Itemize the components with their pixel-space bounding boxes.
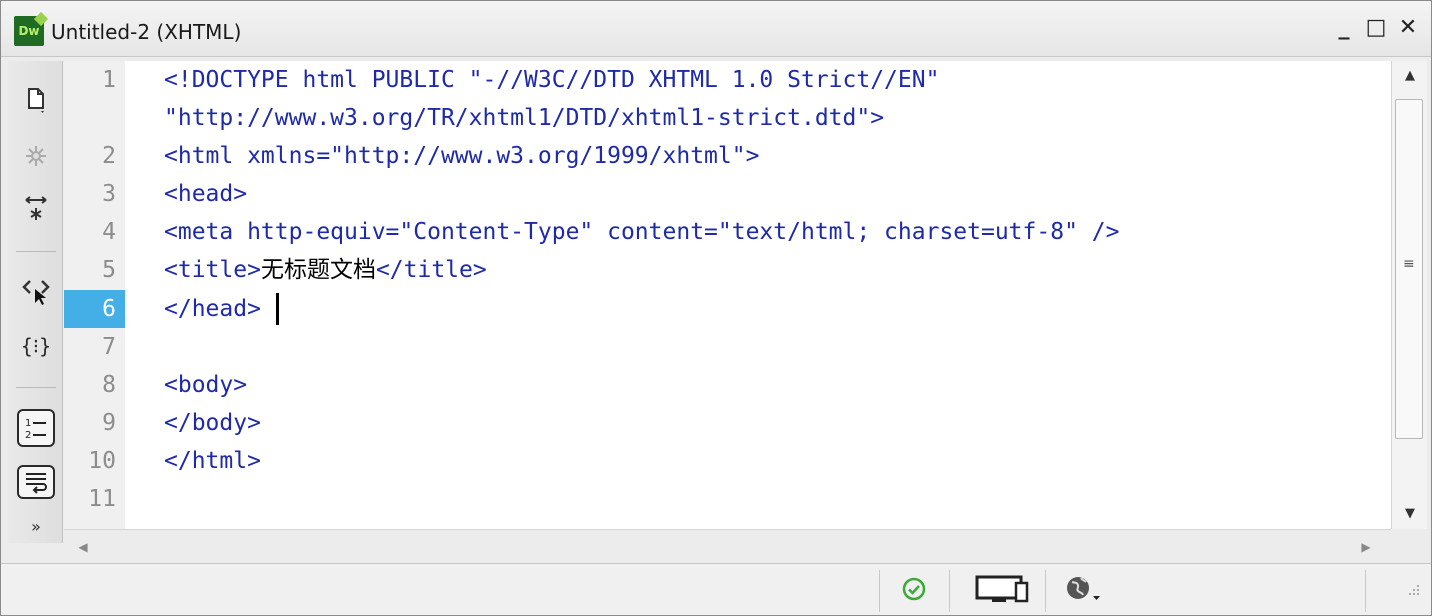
svg-text:1: 1 [25,418,31,429]
scroll-right-icon[interactable]: ▶ [1351,530,1381,564]
code-line[interactable]: "http://www.w3.org/TR/xhtml1/DTD/xhtml1-… [164,99,884,137]
word-wrap-icon[interactable] [16,465,56,499]
globe-icon[interactable] [1061,572,1105,606]
line-number: 8 [102,372,116,398]
close-button[interactable]: ✕ [1397,15,1419,41]
window-title: Untitled-2 (XHTML) [51,20,242,44]
line-number: 11 [88,486,116,512]
code-line-title[interactable]: <title>无标题文档</title> [164,251,487,289]
expand-selection-icon[interactable] [16,191,56,225]
code-line[interactable]: <head> [164,175,247,213]
scroll-left-icon[interactable]: ◀ [68,530,98,564]
editor-window: Dw Untitled-2 (XHTML) _ □ ✕ {⁝} 12 » 1 2… [0,0,1432,616]
scroll-up-icon[interactable]: ▲ [1392,61,1428,91]
line-number-gutter: 1 2 3 4 5 6 7 8 9 10 11 [64,61,125,529]
line-number: 2 [102,143,116,169]
minimize-button[interactable]: _ [1333,15,1355,41]
text-caret [276,293,279,325]
vertical-scrollbar[interactable]: ▲ ≡ ▼ [1391,61,1427,529]
title-text: 无标题文档 [260,257,376,283]
title-close-tag: </title> [375,257,487,283]
line-number: 4 [102,219,116,245]
select-parent-tag-icon[interactable] [16,275,56,309]
line-number: 7 [102,334,116,360]
scroll-down-icon[interactable]: ▼ [1392,499,1428,529]
line-number-active: 6 [64,290,125,328]
dreamweaver-logo-icon: Dw [14,16,44,46]
horizontal-scrollbar[interactable]: ◀ ▶ [64,529,1391,563]
code-line[interactable]: </head> [164,290,261,328]
resize-grip-icon[interactable] [1401,572,1425,606]
balance-braces-icon[interactable]: {⁝} [16,329,56,363]
title-open-tag: <title> [164,257,261,283]
code-line[interactable]: <html xmlns="http://www.w3.org/1999/xhtm… [164,137,759,175]
line-number: 3 [102,181,116,207]
maximize-button[interactable]: □ [1365,15,1387,41]
line-number: 9 [102,410,116,436]
line-number [64,99,125,137]
line-numbers-icon[interactable]: 12 [16,409,56,447]
window-controls: _ □ ✕ [1333,15,1419,41]
code-line[interactable]: <meta http-equiv="Content-Type" content=… [164,213,1119,251]
line-number: 5 [102,257,116,283]
code-line[interactable]: </html> [164,442,261,480]
code-line[interactable]: <body> [164,366,247,404]
coding-toolbar: {⁝} 12 » [8,61,63,543]
status-bar [1,563,1431,615]
vertical-scroll-thumb[interactable]: ≡ [1395,99,1423,439]
more-tools-icon[interactable]: » [16,509,56,543]
desktop-tablet-icon[interactable] [973,572,1031,606]
code-navigator-icon[interactable] [16,139,56,173]
title-bar: Dw Untitled-2 (XHTML) _ □ ✕ [1,1,1431,57]
svg-text:2: 2 [25,430,31,441]
code-line[interactable]: <!DOCTYPE html PUBLIC "-//W3C//DTD XHTML… [164,61,939,99]
code-line[interactable]: </body> [164,404,261,442]
open-documents-icon[interactable] [16,83,56,117]
grip-icon: ≡ [1403,256,1415,272]
line-number: 1 [102,67,116,93]
check-circle-icon[interactable] [899,572,929,606]
code-editor[interactable]: <!DOCTYPE html PUBLIC "-//W3C//DTD XHTML… [125,61,1391,529]
line-number: 10 [88,448,116,474]
